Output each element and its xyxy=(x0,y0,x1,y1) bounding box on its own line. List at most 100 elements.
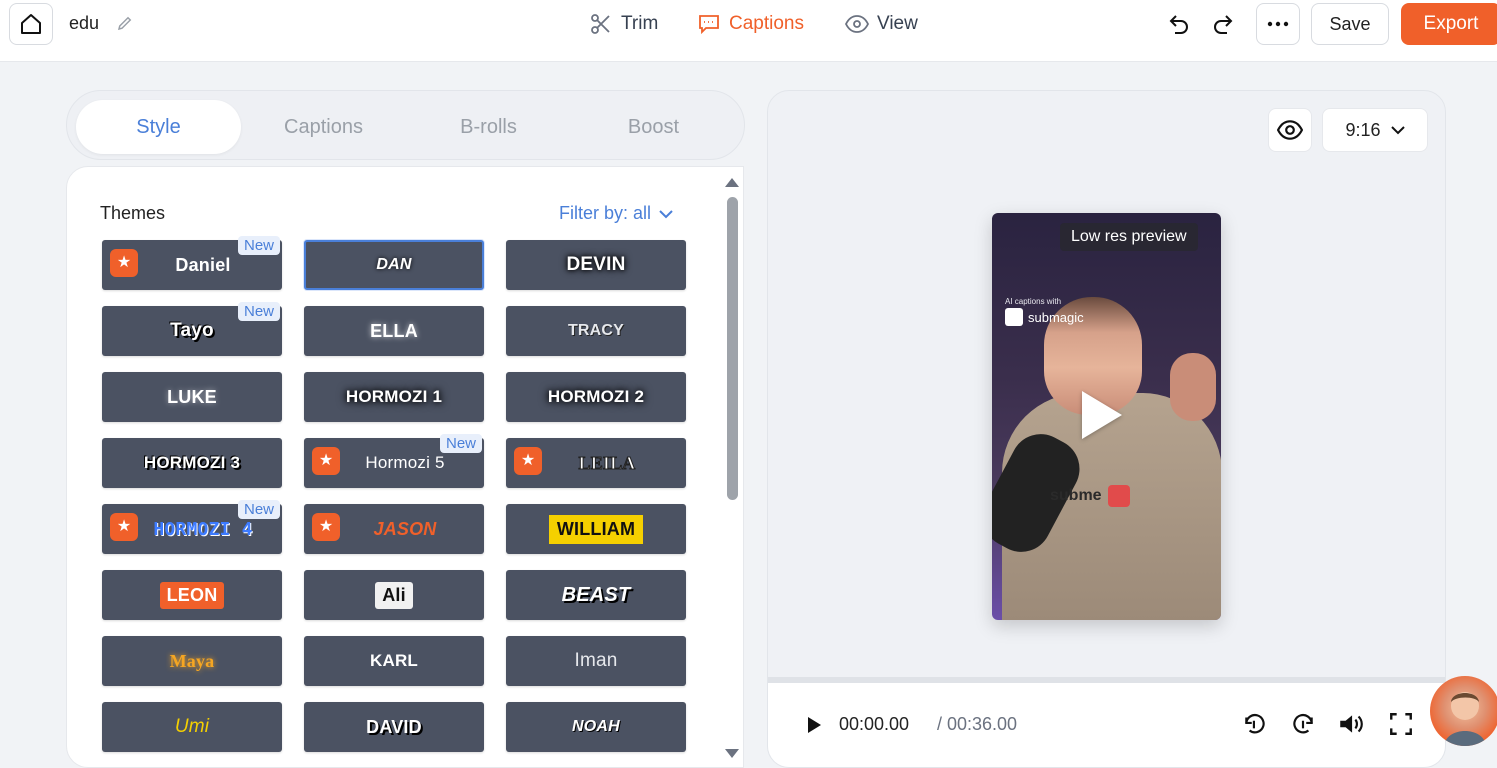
theme-card-label: TRACY xyxy=(567,322,625,339)
theme-card-ali[interactable]: Ali xyxy=(304,570,484,620)
video-preview[interactable]: subme Low res preview AI captions with s… xyxy=(992,213,1221,620)
theme-card-beast[interactable]: BEAST xyxy=(506,570,686,620)
play-overlay-icon[interactable] xyxy=(1082,391,1122,439)
theme-card-jason[interactable]: ★ JASON xyxy=(304,504,484,554)
theme-card-label: Hormozi 5 xyxy=(365,453,445,472)
theme-card-hormozi-4[interactable]: ★ HORMOZI 4 New xyxy=(102,500,282,554)
theme-card-tayo[interactable]: Tayo New xyxy=(102,302,282,356)
theme-card-ella[interactable]: ELLA xyxy=(304,306,484,356)
theme-card-iman[interactable]: Iman xyxy=(506,636,686,686)
undo-icon xyxy=(1169,15,1188,34)
nav-captions[interactable]: Captions xyxy=(697,10,804,38)
current-time: 00:00.00 xyxy=(839,714,910,734)
home-icon xyxy=(21,14,41,34)
submagic-logo-icon xyxy=(1005,308,1023,326)
nav-view[interactable]: View xyxy=(845,10,918,38)
visibility-button[interactable] xyxy=(1268,108,1312,152)
theme-card-hormozi-3[interactable]: HORMOZI 3 xyxy=(102,438,282,488)
theme-card-label: DEVIN xyxy=(566,254,626,275)
scrollbar-thumb[interactable] xyxy=(727,197,738,500)
eye-icon xyxy=(1277,120,1303,140)
theme-card-dan[interactable]: DAN xyxy=(304,240,484,290)
theme-card-leila[interactable]: ★ LEILA xyxy=(506,438,686,488)
theme-card-label: Iman xyxy=(574,650,618,671)
tab-style[interactable]: Style xyxy=(76,100,241,154)
theme-card-umi[interactable]: Umi xyxy=(102,702,282,752)
theme-card-label: Ali xyxy=(375,581,413,609)
captions-icon xyxy=(699,15,719,35)
nav-trim[interactable]: Trim xyxy=(589,10,658,38)
theme-card-label: HORMOZI 4 xyxy=(153,518,253,540)
save-button[interactable]: Save xyxy=(1311,3,1389,45)
theme-card-karl[interactable]: KARL xyxy=(304,636,484,686)
theme-card-hormozi-2[interactable]: HORMOZI 2 xyxy=(506,372,686,422)
export-button[interactable]: Export xyxy=(1401,3,1497,45)
theme-card-daniel[interactable]: ★ Daniel New xyxy=(102,236,282,290)
star-icon: ★ xyxy=(110,249,138,277)
top-bar: edu Trim Captions View Save Export xyxy=(0,0,1497,62)
avatar-face-icon xyxy=(1444,692,1486,746)
filter-dropdown[interactable]: Filter by: all xyxy=(559,203,673,224)
theme-card-hormozi-1[interactable]: HORMOZI 1 xyxy=(304,372,484,422)
forward-icon[interactable] xyxy=(1290,711,1316,737)
scissors-icon xyxy=(591,14,610,34)
new-badge: New xyxy=(439,434,482,453)
theme-card-label: LUKE xyxy=(167,386,217,407)
themes-title: Themes xyxy=(100,203,166,223)
theme-card-label: Maya xyxy=(169,650,215,671)
chevron-down-icon xyxy=(1390,126,1405,135)
scroll-down-arrow[interactable] xyxy=(725,749,739,758)
theme-card-leon[interactable]: LEON xyxy=(102,570,282,620)
tab-b-rolls[interactable]: B-rolls xyxy=(406,100,571,154)
theme-card-label: LEILA xyxy=(578,452,636,473)
low-res-badge: Low res preview xyxy=(1060,223,1198,251)
themes-panel: Themes Filter by: all ★ Daniel New DAN DEVIN… xyxy=(66,166,744,768)
pencil-icon[interactable] xyxy=(116,14,134,32)
redo-icon xyxy=(1214,15,1233,34)
ai-caption-text: AI captions with xyxy=(1005,297,1062,306)
star-icon: ★ xyxy=(514,447,542,475)
new-badge: New xyxy=(237,302,280,321)
tab-boost[interactable]: Boost xyxy=(571,100,736,154)
theme-card-luke[interactable]: LUKE xyxy=(102,372,282,422)
theme-card-label: Umi xyxy=(174,716,210,737)
theme-card-tracy[interactable]: TRACY xyxy=(506,306,686,356)
play-icon[interactable] xyxy=(808,717,821,733)
theme-card-william[interactable]: WILLIAM xyxy=(506,504,686,554)
style-tabs: Style Captions B-rolls Boost xyxy=(66,90,745,160)
theme-card-label: HORMOZI 2 xyxy=(547,387,645,406)
theme-card-label: JASON xyxy=(373,518,437,539)
theme-card-noah[interactable]: NOAH xyxy=(506,702,686,752)
undo-button[interactable] xyxy=(1166,3,1192,45)
theme-card-label: Daniel xyxy=(175,254,231,275)
aspect-ratio-select[interactable]: 9:16 xyxy=(1322,108,1428,152)
home-button[interactable] xyxy=(9,3,53,45)
project-name[interactable]: edu xyxy=(69,13,99,34)
theme-card-david[interactable]: DAVID xyxy=(304,702,484,752)
new-badge: New xyxy=(237,500,280,519)
theme-card-maya[interactable]: Maya xyxy=(102,636,282,686)
shirt-logo: subme xyxy=(1050,485,1130,507)
theme-card-devin[interactable]: DEVIN xyxy=(506,240,686,290)
theme-card-hormozi-5[interactable]: ★ Hormozi 5 New xyxy=(304,434,484,488)
theme-card-label: NOAH xyxy=(572,718,620,735)
tab-captions[interactable]: Captions xyxy=(241,100,406,154)
star-icon: ★ xyxy=(110,513,138,541)
star-icon: ★ xyxy=(312,447,340,475)
more-icon xyxy=(1267,21,1289,27)
video-person-hand xyxy=(1170,353,1216,421)
theme-card-label: DAN xyxy=(376,256,412,273)
shirt-logo-mark xyxy=(1107,485,1130,507)
theme-card-label: BEAST xyxy=(561,583,631,606)
aspect-ratio-value: 9:16 xyxy=(1345,119,1381,140)
redo-button[interactable] xyxy=(1210,3,1236,45)
scroll-up-arrow[interactable] xyxy=(725,178,739,187)
rewind-icon[interactable] xyxy=(1242,711,1268,737)
support-avatar[interactable] xyxy=(1430,676,1497,746)
theme-card-label: ELLA xyxy=(370,320,418,341)
submagic-watermark: submagic xyxy=(1005,308,1084,326)
volume-icon[interactable] xyxy=(1337,711,1365,737)
fullscreen-icon[interactable] xyxy=(1388,711,1414,737)
theme-card-label: Tayo xyxy=(170,320,214,341)
more-button[interactable] xyxy=(1256,3,1300,45)
